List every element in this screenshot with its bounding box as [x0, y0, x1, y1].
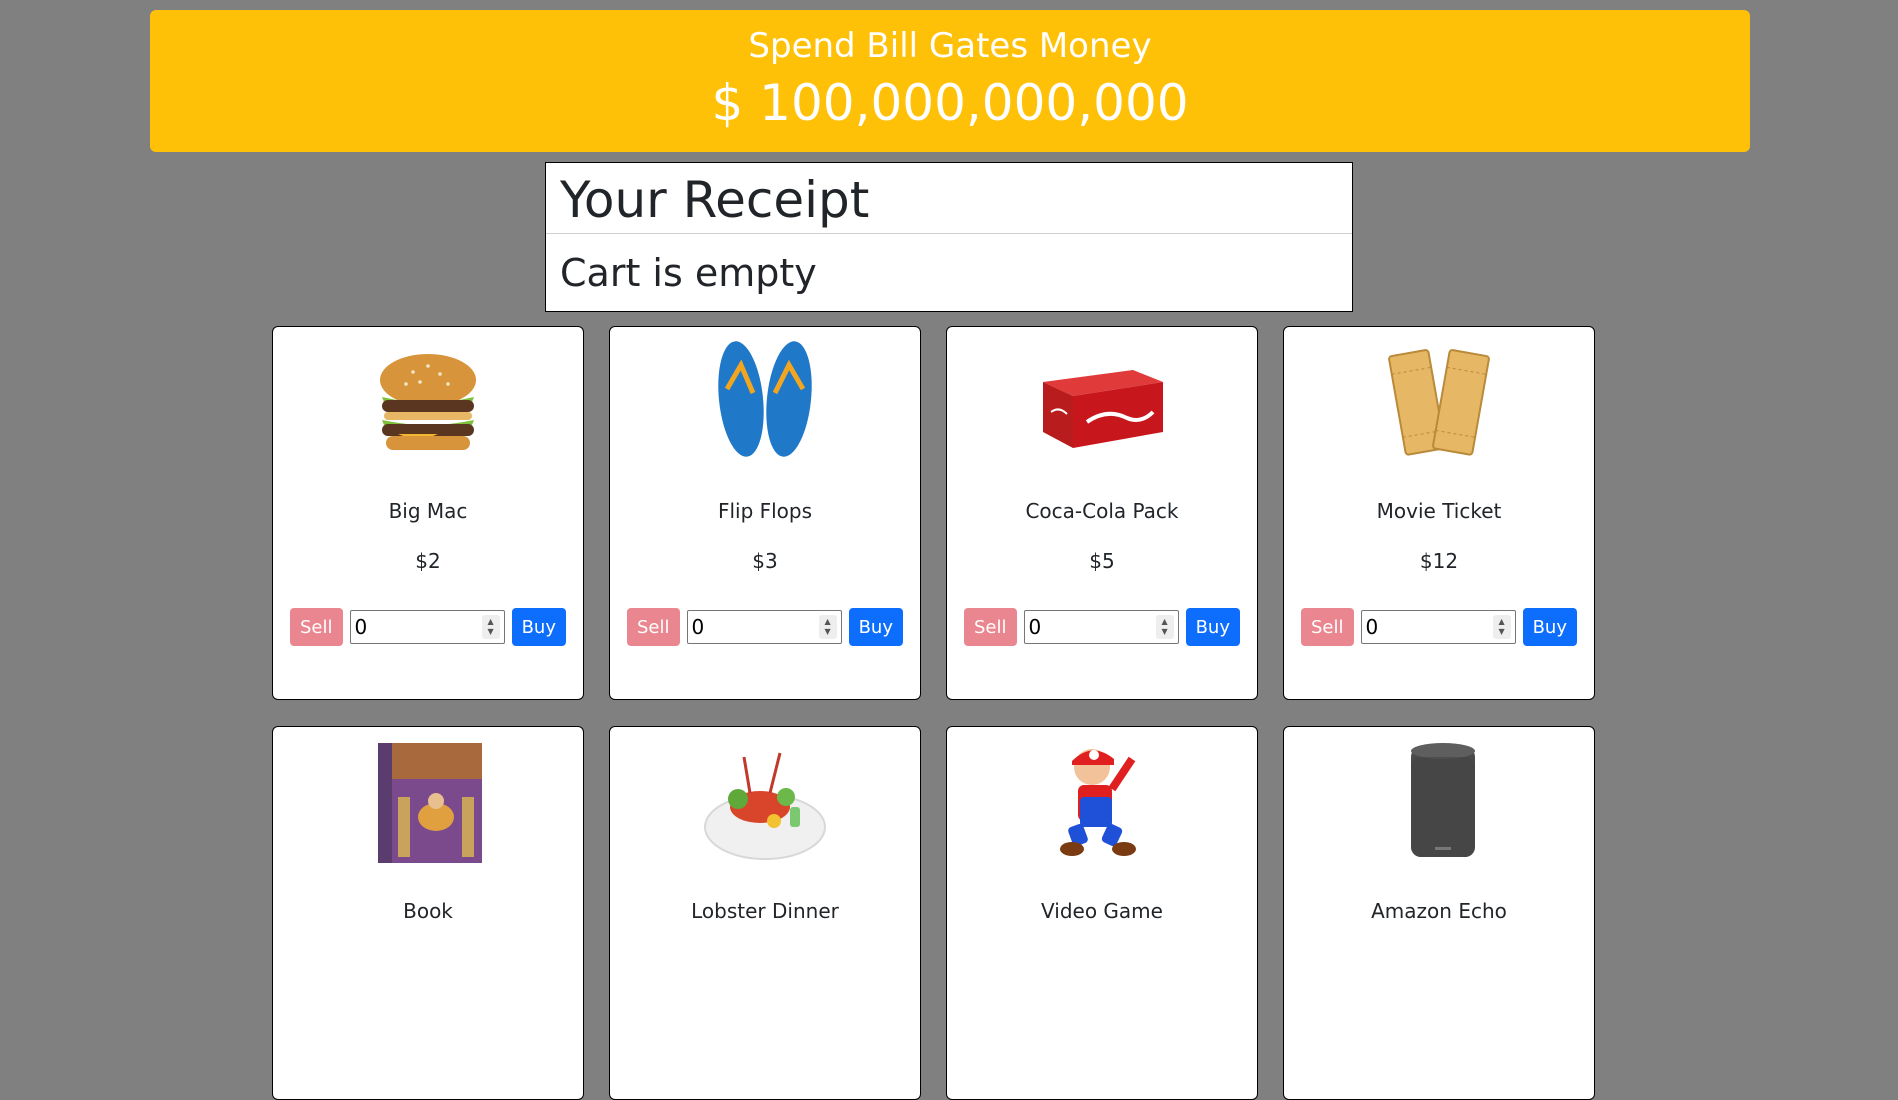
quantity-input[interactable]: 0 ▲ ▼ — [349, 610, 505, 644]
smart-speaker-image — [1374, 737, 1504, 867]
quantity-value: 0 — [1365, 615, 1379, 639]
sell-button[interactable]: Sell — [1301, 608, 1354, 646]
product-card: Lobster Dinner — [609, 726, 921, 1100]
lobster-dinner-image — [700, 737, 830, 867]
product-card: Coca-Cola Pack $5 Sell 0 ▲ ▼ Buy — [946, 326, 1258, 700]
product-price: $12 — [1419, 549, 1459, 573]
product-controls: Sell 0 ▲ ▼ Buy — [290, 607, 566, 647]
spinner-icon[interactable]: ▲ ▼ — [818, 615, 837, 639]
product-card: Flip Flops $3 Sell 0 ▲ ▼ Buy — [609, 326, 921, 700]
video-game-image — [1037, 737, 1167, 867]
soda-pack-image — [1037, 337, 1167, 467]
product-price: $2 — [415, 549, 441, 573]
spinner-icon[interactable]: ▲ ▼ — [1492, 615, 1511, 639]
product-name: Coca-Cola Pack — [1025, 499, 1179, 523]
quantity-value: 0 — [691, 615, 705, 639]
product-name: Big Mac — [388, 499, 468, 523]
product-card: Big Mac $2 Sell 0 ▲ ▼ Buy — [272, 326, 584, 700]
header-banner: Spend Bill Gates Money $ 100,000,000,000 — [150, 10, 1750, 152]
product-card: Amazon Echo — [1283, 726, 1595, 1100]
sell-button[interactable]: Sell — [290, 608, 343, 646]
product-name: Book — [403, 899, 453, 923]
product-price: $5 — [1089, 549, 1115, 573]
product-name: Flip Flops — [717, 499, 813, 523]
product-controls: Sell 0 ▲ ▼ Buy — [627, 607, 903, 647]
product-price: $3 — [752, 549, 778, 573]
ticket-image — [1374, 337, 1504, 467]
burger-image — [363, 337, 493, 467]
quantity-input[interactable]: 0 ▲ ▼ — [1023, 610, 1179, 644]
quantity-input[interactable]: 0 ▲ ▼ — [686, 610, 842, 644]
product-name: Amazon Echo — [1371, 899, 1507, 923]
flip-flops-image — [700, 337, 830, 467]
product-name: Lobster Dinner — [691, 899, 839, 923]
quantity-value: 0 — [1028, 615, 1042, 639]
spinner-icon[interactable]: ▲ ▼ — [481, 615, 500, 639]
book-image — [363, 737, 493, 867]
product-name: Movie Ticket — [1376, 499, 1502, 523]
receipt-status: Cart is empty — [560, 251, 817, 295]
buy-button[interactable]: Buy — [1185, 608, 1240, 646]
product-grid: Big Mac $2 Sell 0 ▲ ▼ Buy Flip Flops $3 S… — [272, 326, 1598, 1100]
page-title: Spend Bill Gates Money — [748, 26, 1152, 66]
receipt-panel: Your Receipt Cart is empty — [545, 162, 1353, 312]
product-controls: Sell 0 ▲ ▼ Buy — [964, 607, 1240, 647]
quantity-value: 0 — [354, 615, 368, 639]
spinner-icon[interactable]: ▲ ▼ — [1155, 615, 1174, 639]
product-card: Video Game — [946, 726, 1258, 1100]
product-card: Movie Ticket $12 Sell 0 ▲ ▼ Buy — [1283, 326, 1595, 700]
buy-button[interactable]: Buy — [511, 608, 566, 646]
product-controls: Sell 0 ▲ ▼ Buy — [1301, 607, 1577, 647]
product-card: Book — [272, 726, 584, 1100]
buy-button[interactable]: Buy — [848, 608, 903, 646]
product-name: Video Game — [1041, 899, 1163, 923]
quantity-input[interactable]: 0 ▲ ▼ — [1360, 610, 1516, 644]
receipt-title: Your Receipt — [546, 163, 1352, 234]
buy-button[interactable]: Buy — [1522, 608, 1577, 646]
money-balance: $ 100,000,000,000 — [711, 74, 1189, 132]
sell-button[interactable]: Sell — [964, 608, 1017, 646]
sell-button[interactable]: Sell — [627, 608, 680, 646]
